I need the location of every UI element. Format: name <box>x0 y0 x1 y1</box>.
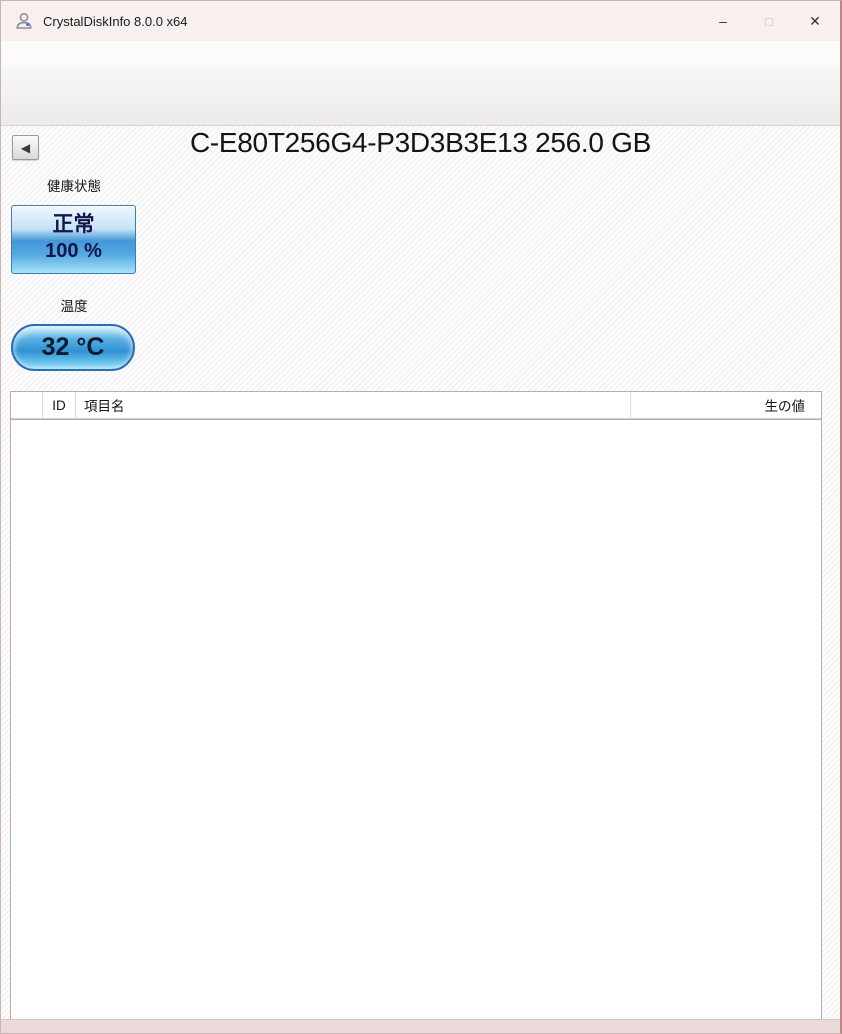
window-bottom-edge <box>1 1019 840 1033</box>
window-controls: – □ ✕ <box>700 1 838 41</box>
smart-table-body <box>11 419 821 420</box>
health-status-button[interactable]: 正常 100 % <box>11 205 136 274</box>
health-percent-value: 100 % <box>12 238 135 264</box>
health-status-value: 正常 <box>12 212 135 238</box>
temperature-label: 温度 <box>1 295 147 315</box>
smart-table-header: ID 項目名 生の値 <box>11 392 821 419</box>
drive-info-area: ◀ C-E80T256G4-P3D3B3E13 256.0 GB 健康状態 正常… <box>1 126 840 1022</box>
menu-bar <box>1 41 840 65</box>
name-column-header: 項目名 <box>76 392 631 418</box>
disk-model-title: C-E80T256G4-P3D3B3E13 256.0 GB <box>1 127 840 159</box>
health-status-label: 健康状態 <box>1 175 147 195</box>
app-window: CrystalDiskInfo 8.0.0 x64 – □ ✕ ◀ C-E80T… <box>0 0 842 1034</box>
maximize-button[interactable]: □ <box>746 1 792 41</box>
id-column-header: ID <box>43 392 76 418</box>
raw-value-column-header: 生の値 <box>631 395 821 415</box>
drive-tab-strip <box>1 65 840 126</box>
status-column-header <box>11 392 43 418</box>
window-titlebar: CrystalDiskInfo 8.0.0 x64 – □ ✕ <box>1 1 840 41</box>
temperature-display: 32 °C <box>11 324 135 371</box>
temperature-value: 32 °C <box>42 333 105 362</box>
app-icon <box>14 11 34 31</box>
close-button[interactable]: ✕ <box>792 1 838 41</box>
window-title: CrystalDiskInfo 8.0.0 x64 <box>43 14 188 29</box>
smart-attribute-table: ID 項目名 生の値 <box>10 391 822 1021</box>
minimize-button[interactable]: – <box>700 1 746 41</box>
